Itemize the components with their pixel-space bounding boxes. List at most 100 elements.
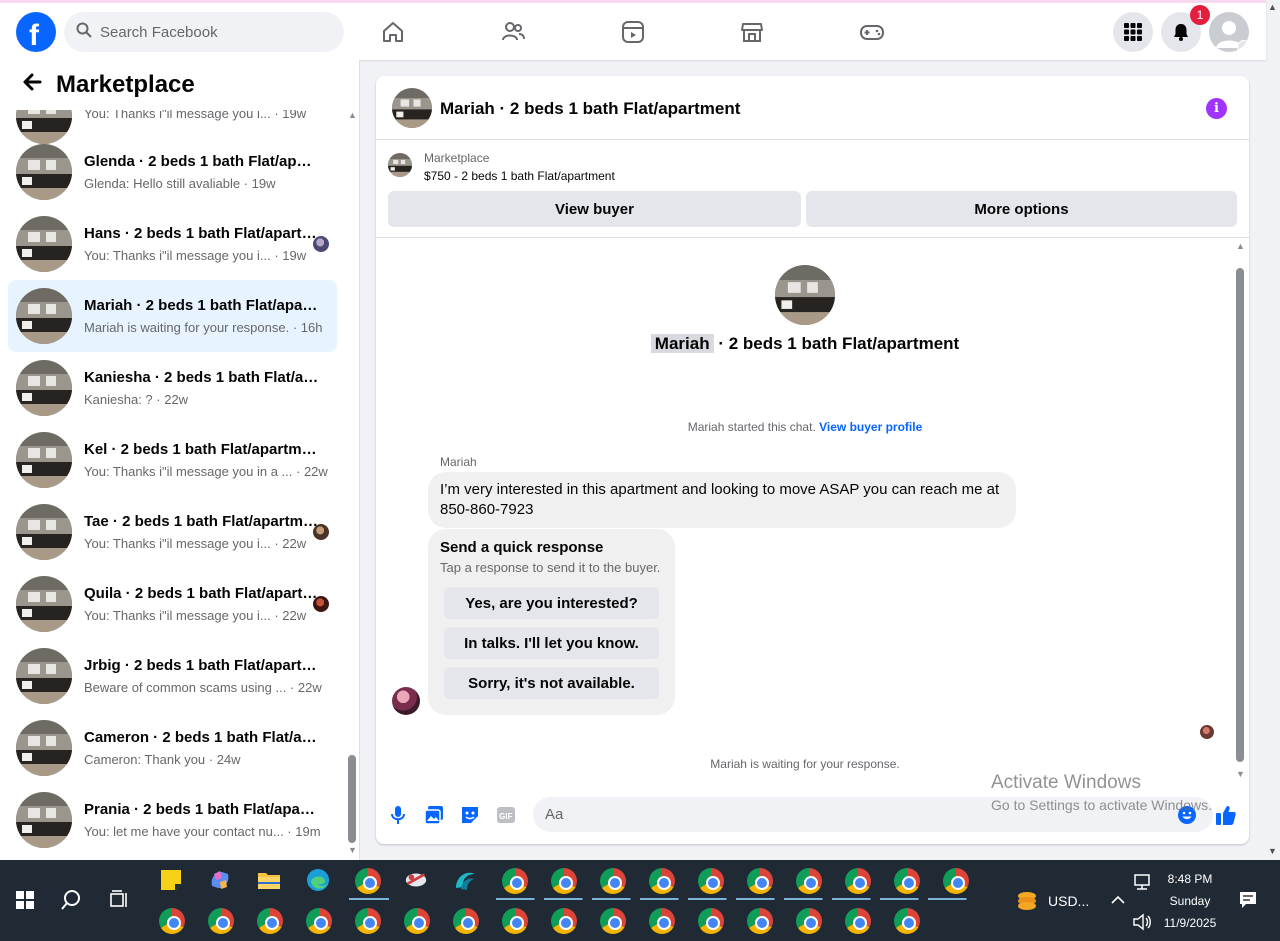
chrome-profile-icon[interactable] <box>649 868 675 894</box>
chrome-profile-icon[interactable] <box>355 908 381 934</box>
conversation-name: Tae · 2 beds 1 bath Flat/apartment <box>84 513 319 530</box>
microphone-icon[interactable] <box>387 804 409 826</box>
conversation-item[interactable]: Cameron · 2 beds 1 bath Flat/apartment C… <box>8 712 337 784</box>
chrome-profile-icon[interactable] <box>649 908 675 934</box>
thumbs-up-icon[interactable] <box>1215 804 1237 826</box>
marketplace-icon[interactable] <box>737 17 767 47</box>
chrome-profile-icon[interactable] <box>551 908 577 934</box>
photo-icon[interactable] <box>423 804 445 826</box>
search-icon <box>76 22 92 43</box>
chrome-icon[interactable] <box>355 868 381 894</box>
conversation-item-active[interactable]: Mariah · 2 beds 1 bath Flat/apartment Ma… <box>8 280 337 352</box>
chrome-profile-icon[interactable] <box>698 868 724 894</box>
menu-grid-button[interactable] <box>1113 12 1153 52</box>
windows-start-icon[interactable] <box>13 888 37 912</box>
listing-source: Marketplace <box>424 151 490 165</box>
conversation-item[interactable]: Kaniesha · 2 beds 1 bath Flat/apartment … <box>8 352 337 424</box>
back-arrow-icon[interactable] <box>22 71 42 99</box>
chrome-profile-icon[interactable] <box>845 908 871 934</box>
chevron-up-icon[interactable] <box>1106 888 1130 912</box>
svg-text:f: f <box>29 19 40 52</box>
listing-thumbnail[interactable] <box>392 88 432 128</box>
sidebar-scrollbar[interactable]: ▲ ▼ <box>347 110 357 856</box>
chrome-profile-icon[interactable] <box>257 908 283 934</box>
app-swirl-icon[interactable] <box>453 868 477 892</box>
speaker-icon[interactable] <box>1130 910 1154 934</box>
chat-scrollbar-thumb[interactable] <box>1236 268 1244 762</box>
page-scroll-down-icon[interactable]: ▼ <box>1268 846 1277 856</box>
chrome-profile-icon[interactable] <box>943 868 969 894</box>
currency-widget-text[interactable]: USD... <box>1048 893 1089 909</box>
chrome-profile-icon[interactable] <box>894 868 920 894</box>
conversation-item[interactable]: Hans · 2 beds 1 bath Flat/apartment You:… <box>8 208 337 280</box>
chat-header: Mariah · 2 beds 1 bath Flat/apartment i <box>376 76 1249 140</box>
network-icon[interactable] <box>1130 870 1154 894</box>
conversation-item[interactable]: Prania · 2 beds 1 bath Flat/apartment Yo… <box>8 784 337 856</box>
chrome-profile-icon[interactable] <box>894 908 920 934</box>
info-icon[interactable]: i <box>1206 98 1227 119</box>
gif-icon[interactable]: GIF <box>495 804 517 826</box>
notifications-button[interactable]: 1 <box>1161 5 1210 52</box>
video-icon[interactable] <box>618 17 648 47</box>
sticker-icon[interactable] <box>459 804 481 826</box>
quick-response-button[interactable]: Sorry, it's not available. <box>444 667 659 699</box>
chrome-profile-icon[interactable] <box>747 908 773 934</box>
chrome-profile-icon[interactable] <box>796 908 822 934</box>
chrome-profile-icon[interactable] <box>600 908 626 934</box>
chrome-profile-icon[interactable] <box>306 908 332 934</box>
chrome-profile-icon[interactable] <box>845 868 871 894</box>
view-buyer-profile-link[interactable]: View buyer profile <box>819 420 922 434</box>
conversation-item[interactable]: Glenda · 2 beds 1 bath Flat/apartment Gl… <box>8 136 337 208</box>
chrome-profile-icon[interactable] <box>600 868 626 894</box>
chat-started-notice: Mariah started this chat. View buyer pro… <box>376 420 1234 434</box>
conversation-name: Quila · 2 beds 1 bath Flat/apartment <box>84 585 319 602</box>
top-navigation-bar: f Search Facebook 1 ⌄ <box>0 0 1266 60</box>
chrome-profile-icon[interactable] <box>747 868 773 894</box>
scroll-up-arrow-icon[interactable]: ▲ <box>348 110 357 120</box>
gaming-icon[interactable] <box>857 17 887 47</box>
file-explorer-icon[interactable] <box>257 868 281 892</box>
chrome-profile-icon[interactable] <box>796 868 822 894</box>
chrome-profile-icon[interactable] <box>698 908 724 934</box>
conversation-item[interactable]: Jrbig · 2 beds 1 bath Flat/apartment Bew… <box>8 640 337 712</box>
chat-title[interactable]: Mariah · 2 beds 1 bath Flat/apartment <box>440 99 740 119</box>
scroll-up-arrow-icon[interactable]: ▲ <box>1236 241 1245 251</box>
page-scroll-up-icon[interactable]: ▲ <box>1268 2 1277 12</box>
chrome-profile-icon[interactable] <box>453 908 479 934</box>
search-icon[interactable] <box>59 888 83 912</box>
edge-icon[interactable] <box>306 868 330 892</box>
quick-response-button[interactable]: In talks. I'll let you know. <box>444 627 659 659</box>
conversation-name: Mariah · 2 beds 1 bath Flat/apartment <box>84 297 319 314</box>
view-buyer-button[interactable]: View buyer <box>388 191 801 227</box>
scroll-down-arrow-icon[interactable]: ▼ <box>348 845 357 855</box>
chrome-profile-icon[interactable] <box>159 908 185 934</box>
snipping-tool-icon[interactable] <box>404 868 428 892</box>
friends-icon[interactable] <box>498 17 528 47</box>
conversation-item[interactable]: Quila · 2 beds 1 bath Flat/apartment You… <box>8 568 337 640</box>
chrome-profile-icon[interactable] <box>502 868 528 894</box>
sidebar-scrollbar-thumb[interactable] <box>348 755 356 843</box>
copilot-icon[interactable] <box>208 868 232 892</box>
chrome-profile-icon[interactable] <box>502 908 528 934</box>
conversation-snippet: Beware of common scams using ... · 22w <box>84 680 322 695</box>
conversation-item[interactable]: Tae · 2 beds 1 bath Flat/apartment You: … <box>8 496 337 568</box>
facebook-logo-icon[interactable]: f <box>16 12 56 52</box>
search-input[interactable]: Search Facebook <box>64 12 344 52</box>
quick-response-button[interactable]: Yes, are you interested? <box>444 587 659 619</box>
profile-avatar[interactable]: ⌄ <box>1209 12 1249 52</box>
home-icon[interactable] <box>378 17 408 47</box>
chrome-profile-icon[interactable] <box>551 868 577 894</box>
notification-center-icon[interactable] <box>1236 888 1260 912</box>
chrome-profile-icon[interactable] <box>208 908 234 934</box>
chevron-down-icon: ⌄ <box>1237 40 1249 52</box>
task-view-icon[interactable] <box>107 888 131 912</box>
sender-avatar[interactable] <box>392 687 420 715</box>
clock-time[interactable]: 8:48 PM <box>1160 872 1220 886</box>
scroll-down-arrow-icon[interactable]: ▼ <box>1236 769 1245 779</box>
sticky-notes-icon[interactable] <box>159 868 183 892</box>
conversation-item[interactable]: Kel · 2 beds 1 bath Flat/apartment You: … <box>8 424 337 496</box>
currency-widget-icon[interactable] <box>1015 888 1039 912</box>
more-options-button[interactable]: More options <box>806 191 1237 227</box>
listing-photo <box>775 265 835 325</box>
chrome-profile-icon[interactable] <box>404 908 430 934</box>
